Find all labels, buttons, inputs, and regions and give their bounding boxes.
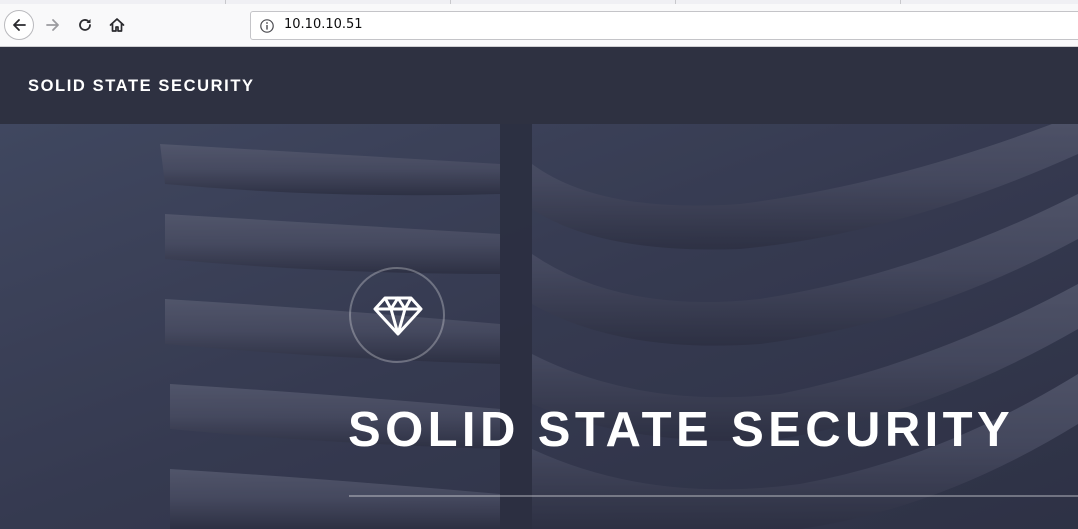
back-button[interactable] bbox=[4, 10, 34, 40]
url-text[interactable]: 10.10.10.51 bbox=[284, 17, 363, 32]
hero-divider bbox=[349, 495, 1078, 497]
logo-circle bbox=[349, 267, 445, 363]
forward-button[interactable] bbox=[38, 10, 68, 40]
banner-background-image bbox=[0, 124, 1078, 529]
home-button[interactable] bbox=[102, 10, 132, 40]
info-icon[interactable] bbox=[259, 18, 275, 34]
site-brand-link[interactable]: SOLID STATE SECURITY bbox=[28, 77, 255, 96]
hero-banner: SOLID STATE SECURITY bbox=[0, 124, 1078, 529]
site-header: SOLID STATE SECURITY bbox=[0, 47, 1078, 124]
hero-title: SOLID STATE SECURITY bbox=[348, 403, 1015, 457]
diamond-icon bbox=[373, 296, 423, 336]
arrow-left-icon bbox=[13, 19, 26, 31]
reload-icon bbox=[79, 19, 91, 31]
page-viewport: SOLID STATE SECURITY SOLID STATE SECURIT… bbox=[0, 47, 1078, 529]
home-icon bbox=[109, 18, 125, 32]
browser-toolbar: 10.10.10.51 bbox=[0, 4, 1078, 47]
arrow-right-icon bbox=[46, 19, 59, 31]
reload-button[interactable] bbox=[70, 10, 100, 40]
address-bar[interactable]: 10.10.10.51 bbox=[250, 11, 1078, 40]
